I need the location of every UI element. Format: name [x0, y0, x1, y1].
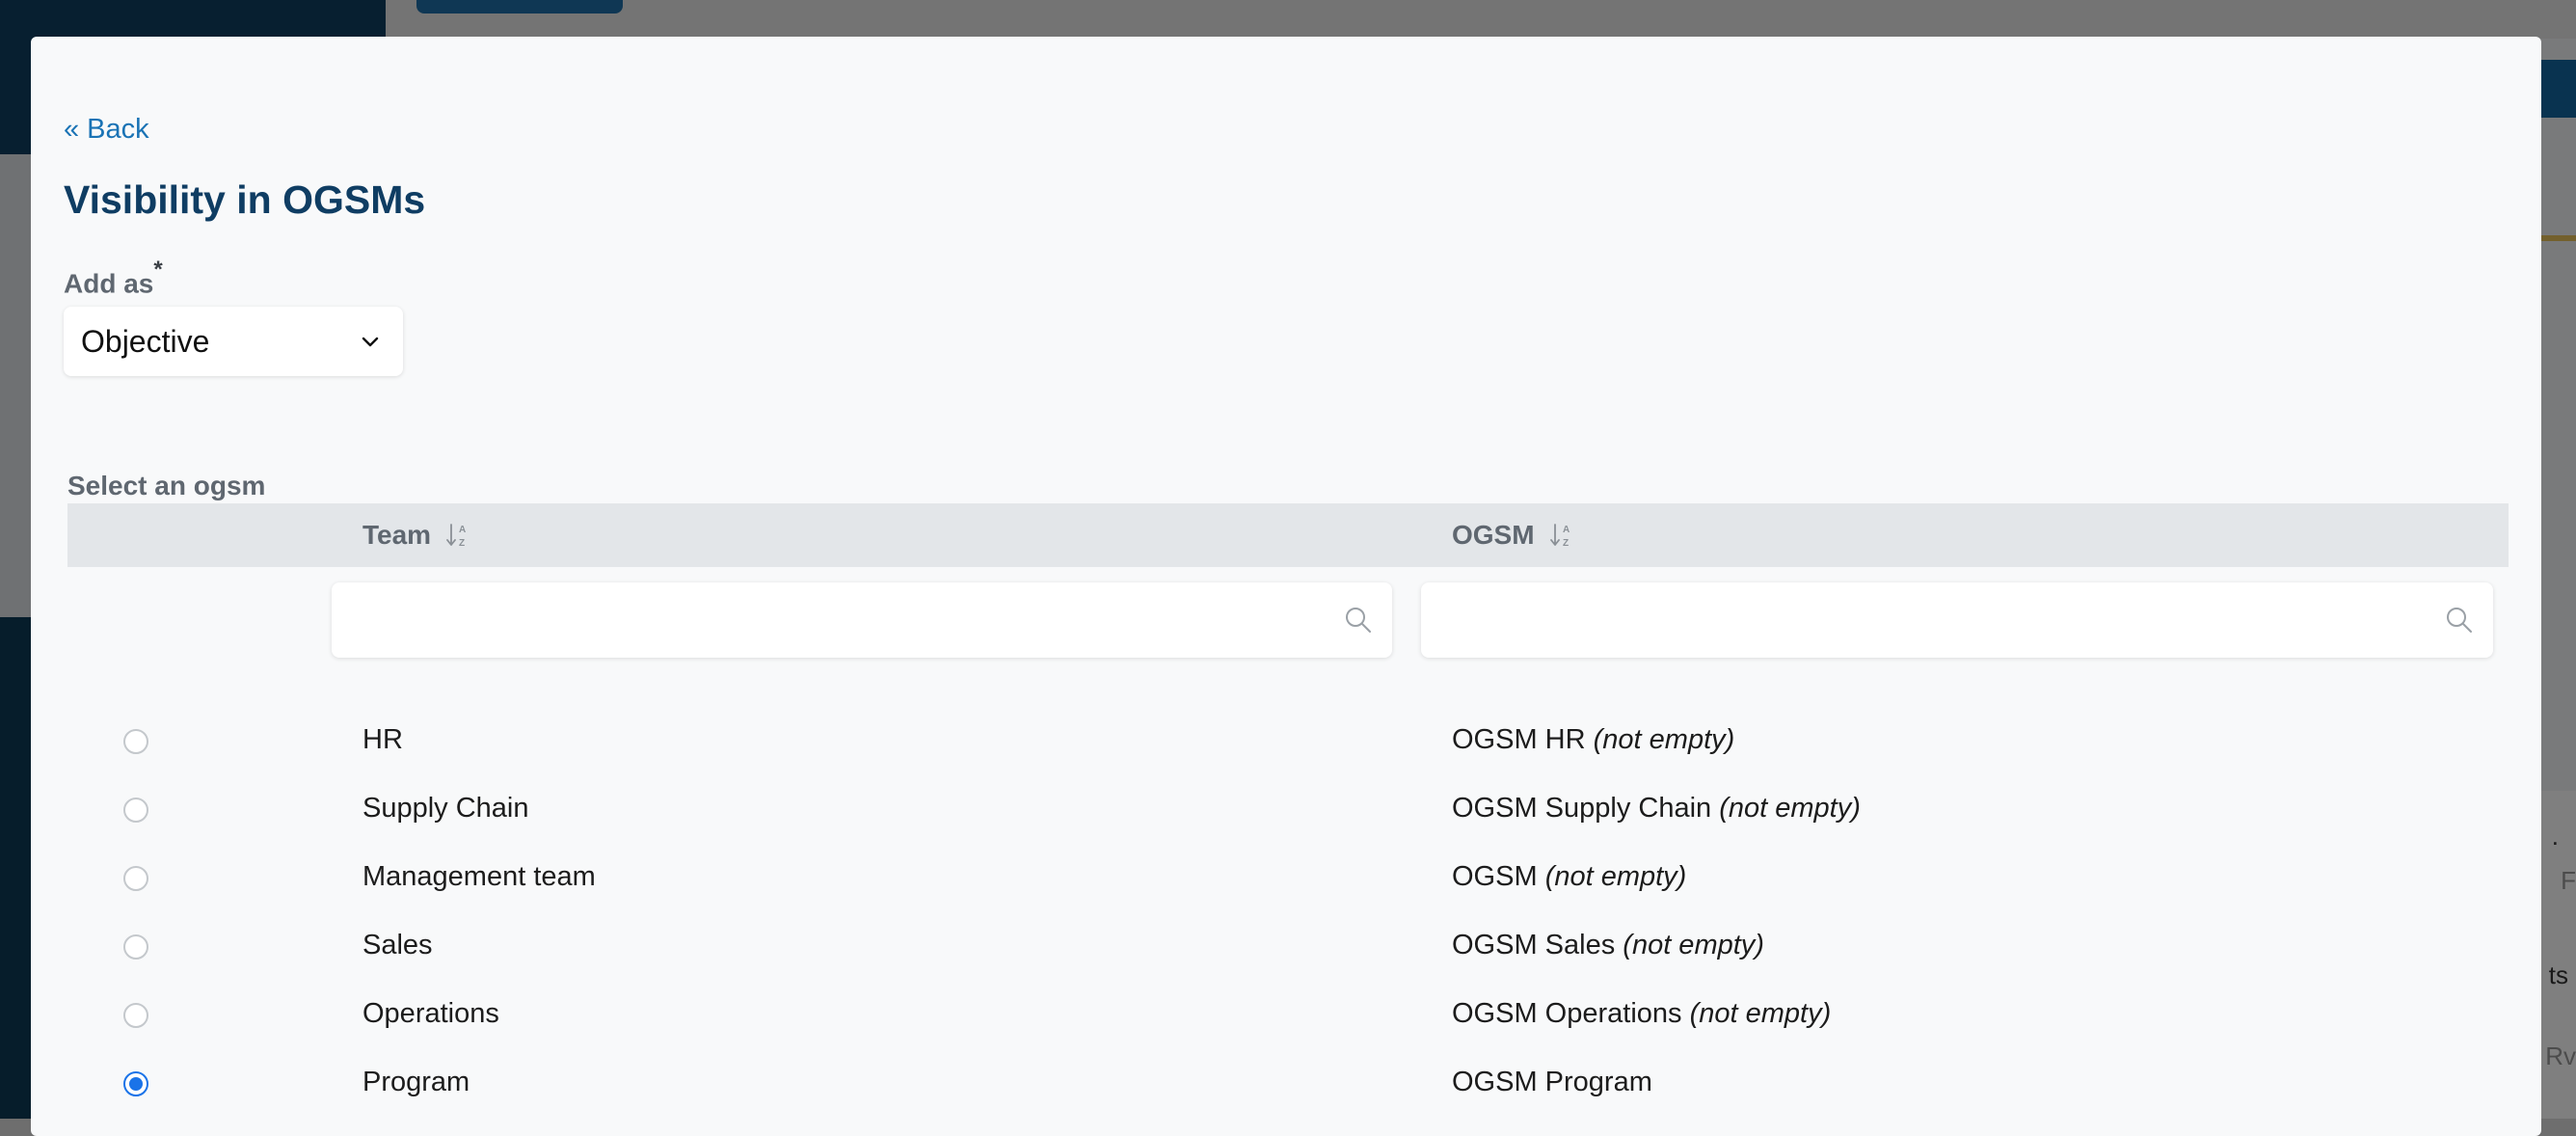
svg-text:A: A — [459, 525, 466, 535]
search-icon — [1344, 606, 1373, 635]
ogsm-cell: OGSM (not empty) — [1452, 861, 1686, 893]
team-cell: HR — [362, 724, 403, 756]
row-radio[interactable] — [123, 729, 148, 754]
svg-text:Z: Z — [1563, 538, 1569, 549]
search-icon — [2445, 606, 2474, 635]
table-row[interactable]: Supply Chain OGSM Supply Chain (not empt… — [67, 776, 2509, 845]
add-as-label-text: Add as — [64, 268, 153, 298]
ogsm-filter — [1421, 582, 2493, 658]
column-header-team-label: Team — [362, 520, 431, 551]
ogsm-name: OGSM Sales — [1452, 930, 1615, 960]
sort-alpha-icon[interactable]: A Z — [1550, 521, 1575, 550]
team-cell: Operations — [362, 998, 499, 1030]
ogsm-name: OGSM Program — [1452, 1067, 1652, 1097]
ogsm-note: (not empty) — [1545, 861, 1687, 892]
ogsm-cell: OGSM HR (not empty) — [1452, 724, 1734, 756]
back-link[interactable]: « Back — [64, 114, 149, 146]
team-filter-input[interactable] — [332, 582, 1392, 658]
select-ogsm-label: Select an ogsm — [67, 471, 265, 501]
ogsm-note: (not empty) — [1594, 724, 1735, 755]
required-mark: * — [153, 257, 162, 283]
table-row[interactable]: HR OGSM HR (not empty) — [67, 708, 2509, 776]
table-row[interactable]: Sales OGSM Sales (not empty) — [67, 913, 2509, 982]
ogsm-note: (not empty) — [1719, 793, 1861, 824]
add-as-label: Add as* — [64, 262, 163, 299]
ogsm-filter-input[interactable] — [1421, 582, 2493, 658]
row-radio[interactable] — [123, 1071, 148, 1096]
ogsm-cell: OGSM Sales (not empty) — [1452, 930, 1764, 961]
column-header-ogsm-label: OGSM — [1452, 520, 1535, 551]
sort-alpha-icon[interactable]: A Z — [446, 521, 471, 550]
team-cell: Supply Chain — [362, 793, 529, 825]
ogsm-name: OGSM Supply Chain — [1452, 793, 1711, 824]
ogsm-cell: OGSM Operations (not empty) — [1452, 998, 1831, 1030]
table-header: Team A Z OGSM A Z — [67, 503, 2509, 567]
team-cell: Sales — [362, 930, 433, 961]
row-radio[interactable] — [123, 1003, 148, 1028]
row-radio[interactable] — [123, 934, 148, 960]
table-row[interactable]: Management team OGSM (not empty) — [67, 845, 2509, 913]
team-cell: Program — [362, 1067, 470, 1098]
row-radio[interactable] — [123, 798, 148, 823]
team-cell: Management team — [362, 861, 596, 893]
team-filter — [332, 582, 1392, 658]
ogsm-name: OGSM HR — [1452, 724, 1586, 755]
table-row[interactable]: Program OGSM Program — [67, 1050, 2509, 1119]
chevron-down-icon — [359, 330, 382, 353]
column-header-team[interactable]: Team A Z — [362, 503, 471, 567]
ogsm-cell: OGSM Program — [1452, 1067, 1652, 1098]
svg-text:A: A — [1563, 525, 1570, 535]
ogsm-note: (not empty) — [1690, 998, 1832, 1029]
column-header-ogsm[interactable]: OGSM A Z — [1452, 503, 1575, 567]
svg-text:Z: Z — [459, 538, 465, 549]
ogsm-note: (not empty) — [1623, 930, 1764, 960]
visibility-modal: « Back Visibility in OGSMs Add as* Objec… — [31, 37, 2541, 1136]
row-radio[interactable] — [123, 866, 148, 891]
page-title: Visibility in OGSMs — [64, 177, 425, 223]
ogsm-cell: OGSM Supply Chain (not empty) — [1452, 793, 1861, 825]
add-as-select[interactable]: Objective — [64, 307, 403, 376]
table-row[interactable]: Operations OGSM Operations (not empty) — [67, 982, 2509, 1050]
ogsm-name: OGSM — [1452, 861, 1538, 892]
ogsm-name: OGSM Operations — [1452, 998, 1682, 1029]
add-as-selected-value: Objective — [81, 324, 209, 360]
